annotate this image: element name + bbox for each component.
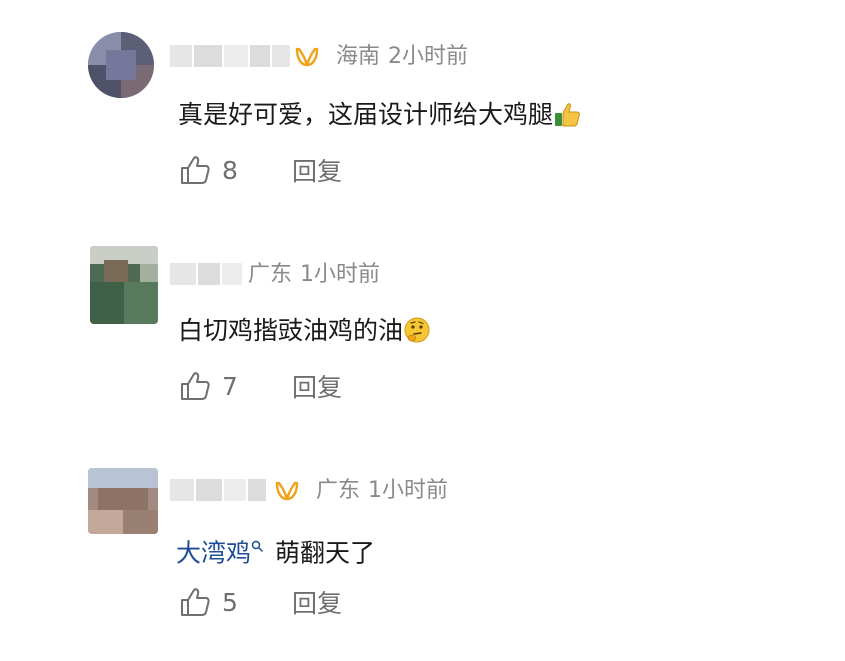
vip-badge-icon (295, 47, 319, 67)
reply-button[interactable]: 回复 (292, 152, 342, 188)
topic-link[interactable]: 大湾鸡 (176, 538, 251, 567)
like-icon[interactable] (178, 369, 212, 403)
comment-actions: 5 回复 (178, 585, 342, 619)
location: 广东 (248, 262, 293, 287)
like-icon[interactable] (178, 153, 212, 187)
like-count: 7 (222, 371, 238, 401)
avatar[interactable] (88, 32, 154, 98)
reply-button[interactable]: 回复 (292, 584, 342, 620)
username-blurred[interactable] (170, 477, 266, 503)
comment-body: 真是好可爱，这届设计师给大鸡腿 (178, 100, 554, 129)
timestamp: 1小时前 (300, 262, 381, 287)
comment-meta: 海南 2小时前 (336, 44, 468, 70)
comment-3: 广东 1小时前 大湾鸡 萌翻天了 5 回复 (0, 440, 845, 661)
username-blurred[interactable] (170, 43, 290, 69)
reply-button[interactable]: 回复 (292, 368, 342, 404)
timestamp: 1小时前 (368, 478, 449, 503)
comment-body: 白切鸡揩豉油鸡的油 (178, 316, 404, 345)
thinking-face-emoji-icon (404, 317, 430, 343)
comment-text: 大湾鸡 萌翻天了 (176, 530, 375, 570)
like-count: 5 (222, 587, 238, 617)
thumbs-up-emoji-icon (555, 103, 580, 127)
location: 广东 (316, 478, 361, 503)
username-blurred[interactable] (170, 261, 242, 287)
location: 海南 (336, 44, 381, 69)
like-count: 8 (222, 155, 238, 185)
comment-body: 萌翻天了 (275, 538, 376, 568)
comment-meta: 广东 1小时前 (316, 478, 448, 504)
avatar[interactable] (88, 468, 158, 534)
comment-text: 真是好可爱，这届设计师给大鸡腿 (178, 98, 581, 132)
like-icon[interactable] (178, 585, 212, 619)
comment-meta: 广东 1小时前 (248, 262, 380, 288)
comment-actions: 8 回复 (178, 153, 342, 187)
avatar[interactable] (90, 246, 158, 324)
timestamp: 2小时前 (388, 44, 469, 69)
comment-2: 广东 1小时前 白切鸡揩豉油鸡的油 7 回复 (0, 220, 845, 430)
comment-text: 白切鸡揩豉油鸡的油 (178, 314, 431, 348)
comment-1: 海南 2小时前 真是好可爱，这届设计师给大鸡腿 8 回复 (0, 0, 845, 210)
vip-badge-icon (275, 481, 299, 501)
comment-actions: 7 回复 (178, 369, 342, 403)
search-icon[interactable] (251, 538, 263, 556)
